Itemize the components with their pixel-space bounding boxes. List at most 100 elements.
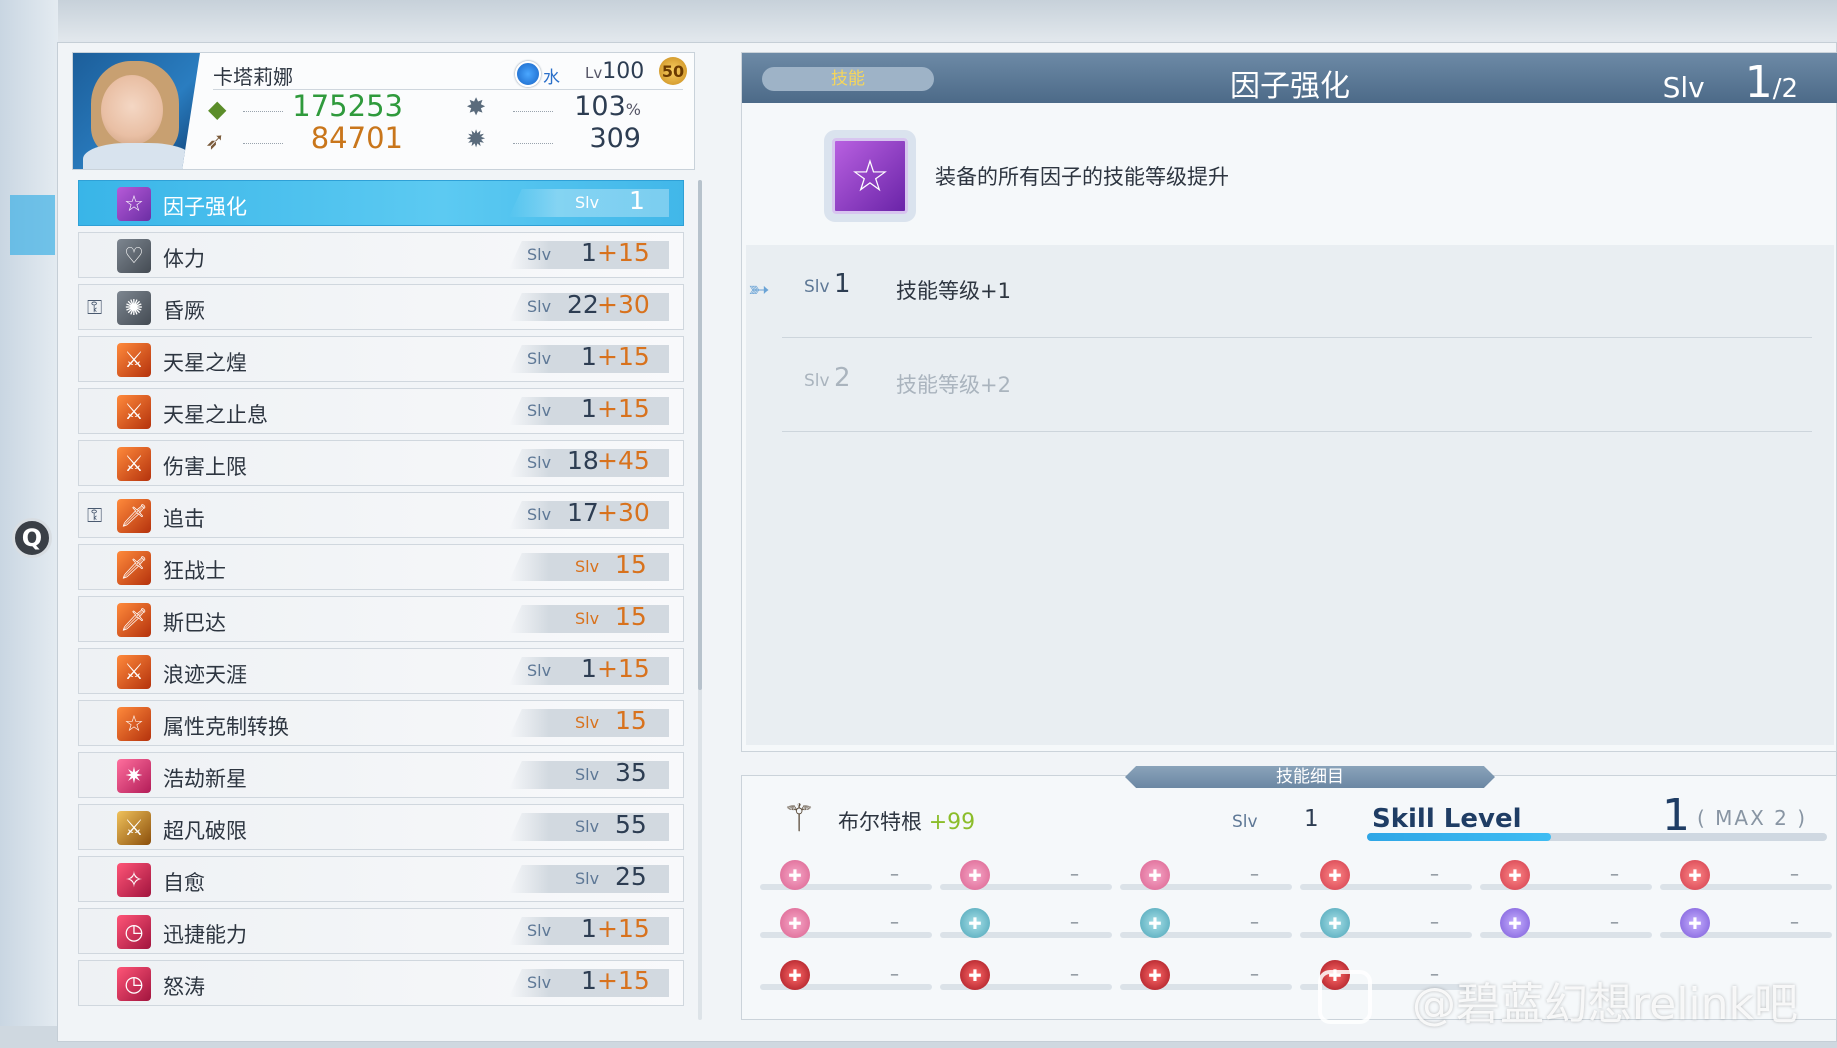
slv-label: Slv <box>575 869 600 888</box>
trait-slot[interactable]: ✚ – <box>1120 858 1292 892</box>
trait-slot[interactable]: ✚ – <box>940 858 1112 892</box>
skill-name: 怒涛 <box>163 975 205 999</box>
skill-row[interactable]: ⚔ 天星之止息 Slv 1 +15 <box>78 388 684 434</box>
q-button[interactable]: Q <box>12 518 52 558</box>
trait-slot[interactable]: ✚ – <box>940 958 1112 992</box>
heal-sparkle-icon: ✧ <box>117 863 151 897</box>
level-list: ➳ Slv 1 技能等级+1 Slv 2 技能等级+2 <box>746 245 1834 745</box>
slv-label: Slv <box>527 453 552 472</box>
portrait-face <box>101 75 163 145</box>
slv-plus: +15 <box>597 914 650 943</box>
trait-slot[interactable]: ✚ – <box>1660 906 1832 940</box>
weapon-slv-label: Slv <box>1232 812 1258 832</box>
trait-icon: ✚ <box>1680 860 1710 890</box>
weapon-slv-value: 1 <box>1304 806 1319 832</box>
skill-row[interactable]: ⚔ 伤害上限 Slv 18 +45 <box>78 440 684 486</box>
trait-slot[interactable]: ✚ – <box>1660 858 1832 892</box>
skill-row[interactable]: ⚿ ✺ 昏厥 Slv 22 +30 <box>78 284 684 330</box>
slv-label: Slv <box>527 973 552 992</box>
water-element-icon <box>515 61 541 87</box>
blade-icon: 🗡 <box>117 603 151 637</box>
skill-row[interactable]: ⚔ 天星之煌 Slv 1 +15 <box>78 336 684 382</box>
sword-icon: ⚔ <box>117 343 151 377</box>
trait-slot[interactable]: ✚ – <box>1480 906 1652 940</box>
skill-name: 自愈 <box>163 871 205 895</box>
trait-slot[interactable]: ✚ – <box>760 906 932 940</box>
stun-star-icon: ✹ <box>466 125 487 153</box>
slv-label: Slv <box>527 245 552 264</box>
star-icon: ☆ <box>117 187 151 221</box>
slv-base: 1 <box>581 342 597 371</box>
slv-label: Slv <box>527 297 552 316</box>
crit-burst-icon: ✸ <box>466 93 487 121</box>
slv-label: Slv <box>575 817 600 836</box>
level-effect: 技能等级+1 <box>896 279 1011 303</box>
skill-row[interactable]: 🗡 斯巴达 Slv 15 <box>78 596 684 642</box>
slv-label: Slv <box>575 193 600 212</box>
slv-base: 1 <box>629 186 645 215</box>
slv-value: 35 <box>615 758 647 787</box>
trait-slot[interactable]: ✚ – <box>1300 906 1472 940</box>
weapon-name: 布尔特根 +99 <box>838 810 976 835</box>
slv-plus: +15 <box>597 238 650 267</box>
sword-icon: ⚔ <box>117 447 151 481</box>
skill-name: 浪迹天涯 <box>163 663 247 687</box>
clock-icon: ◷ <box>117 967 151 1001</box>
skill-name: 属性克制转换 <box>163 715 289 739</box>
lock-icon: ⚿ <box>87 295 103 319</box>
slv-label: Slv <box>527 505 552 524</box>
skill-name: 浩劫新星 <box>163 767 247 791</box>
trait-slot[interactable]: ✚ – <box>1300 858 1472 892</box>
trait-slot[interactable]: ✚ – <box>1120 958 1292 992</box>
trait-icon: ✚ <box>960 960 990 990</box>
level-row: ➳ Slv 1 技能等级+1 <box>748 245 1812 338</box>
skill-row[interactable]: ◷ 迅捷能力 Slv 1 +15 <box>78 908 684 954</box>
trait-icon: ✚ <box>1140 960 1170 990</box>
trait-icon: ✚ <box>780 860 810 890</box>
trait-slot[interactable]: ✚ – <box>1120 906 1292 940</box>
background-tab <box>10 195 55 255</box>
slv-base: 1 <box>581 394 597 423</box>
skill-name: 追击 <box>163 507 205 531</box>
skill-description: 装备的所有因子的技能等级提升 <box>935 165 1229 189</box>
star-icon: ☆ <box>117 707 151 741</box>
level-row: Slv 2 技能等级+2 <box>782 339 1812 432</box>
trait-slot[interactable]: ✚ – <box>940 906 1112 940</box>
skill-row[interactable]: ⚔ 浪迹天涯 Slv 1 +15 <box>78 648 684 694</box>
star-skill-icon: ☆ <box>832 138 908 214</box>
slv-plus: +15 <box>597 654 650 683</box>
skill-row[interactable]: ⚔ 超凡破限 Slv 55 <box>78 804 684 850</box>
trait-slot[interactable]: ✚ – <box>760 858 932 892</box>
detail-slv: Slv 1/2 <box>1662 57 1798 108</box>
slv-label: Slv <box>527 349 552 368</box>
slv-value: 15 <box>615 706 647 735</box>
skill-name: 昏厥 <box>163 299 205 323</box>
skill-name: 迅捷能力 <box>163 923 247 947</box>
trait-icon: ✚ <box>780 908 810 938</box>
skill-row[interactable]: ✷ 浩劫新星 Slv 35 <box>78 752 684 798</box>
skill-row[interactable]: ☆ 属性克制转换 Slv 15 <box>78 700 684 746</box>
skill-row[interactable]: ♡ 体力 Slv 1 +15 <box>78 232 684 278</box>
lock-icon: ⚿ <box>87 503 103 527</box>
skill-row[interactable]: ☆ 因子强化 Slv 1 <box>78 180 684 226</box>
trait-slot[interactable]: ✚ – <box>1480 858 1652 892</box>
slv-value: 15 <box>615 602 647 631</box>
stun-icon: ✺ <box>117 291 151 325</box>
level-effect: 技能等级+2 <box>896 373 1011 397</box>
skill-detail-panel: 技能 因子强化 Slv 1/2 ☆ 装备的所有因子的技能等级提升 ➳ Slv 1 … <box>741 52 1837 752</box>
slv-base: 18 <box>567 446 599 475</box>
slv-plus: +15 <box>597 966 650 995</box>
list-scrollbar-thumb[interactable] <box>698 180 702 690</box>
slv-label: Slv <box>527 661 552 680</box>
skill-row[interactable]: ◷ 怒涛 Slv 1 +15 <box>78 960 684 1006</box>
element-label: 水 <box>543 68 560 88</box>
skill-row[interactable]: 🗡 狂战士 Slv 15 <box>78 544 684 590</box>
skill-row[interactable]: ⚿ 🗡 追击 Slv 17 +30 <box>78 492 684 538</box>
level-label: Slv <box>804 277 830 297</box>
slv-base: 1 <box>581 966 597 995</box>
heart-icon: ♡ <box>117 239 151 273</box>
trait-slot[interactable]: ✚ – <box>760 958 932 992</box>
skill-name: 天星之煌 <box>163 351 247 375</box>
skill-list: ☆ 因子强化 Slv 1 ♡ 体力 Slv 1 +15 ⚿ ✺ 昏厥 Slv 2… <box>78 178 688 1020</box>
skill-row[interactable]: ✧ 自愈 Slv 25 <box>78 856 684 902</box>
